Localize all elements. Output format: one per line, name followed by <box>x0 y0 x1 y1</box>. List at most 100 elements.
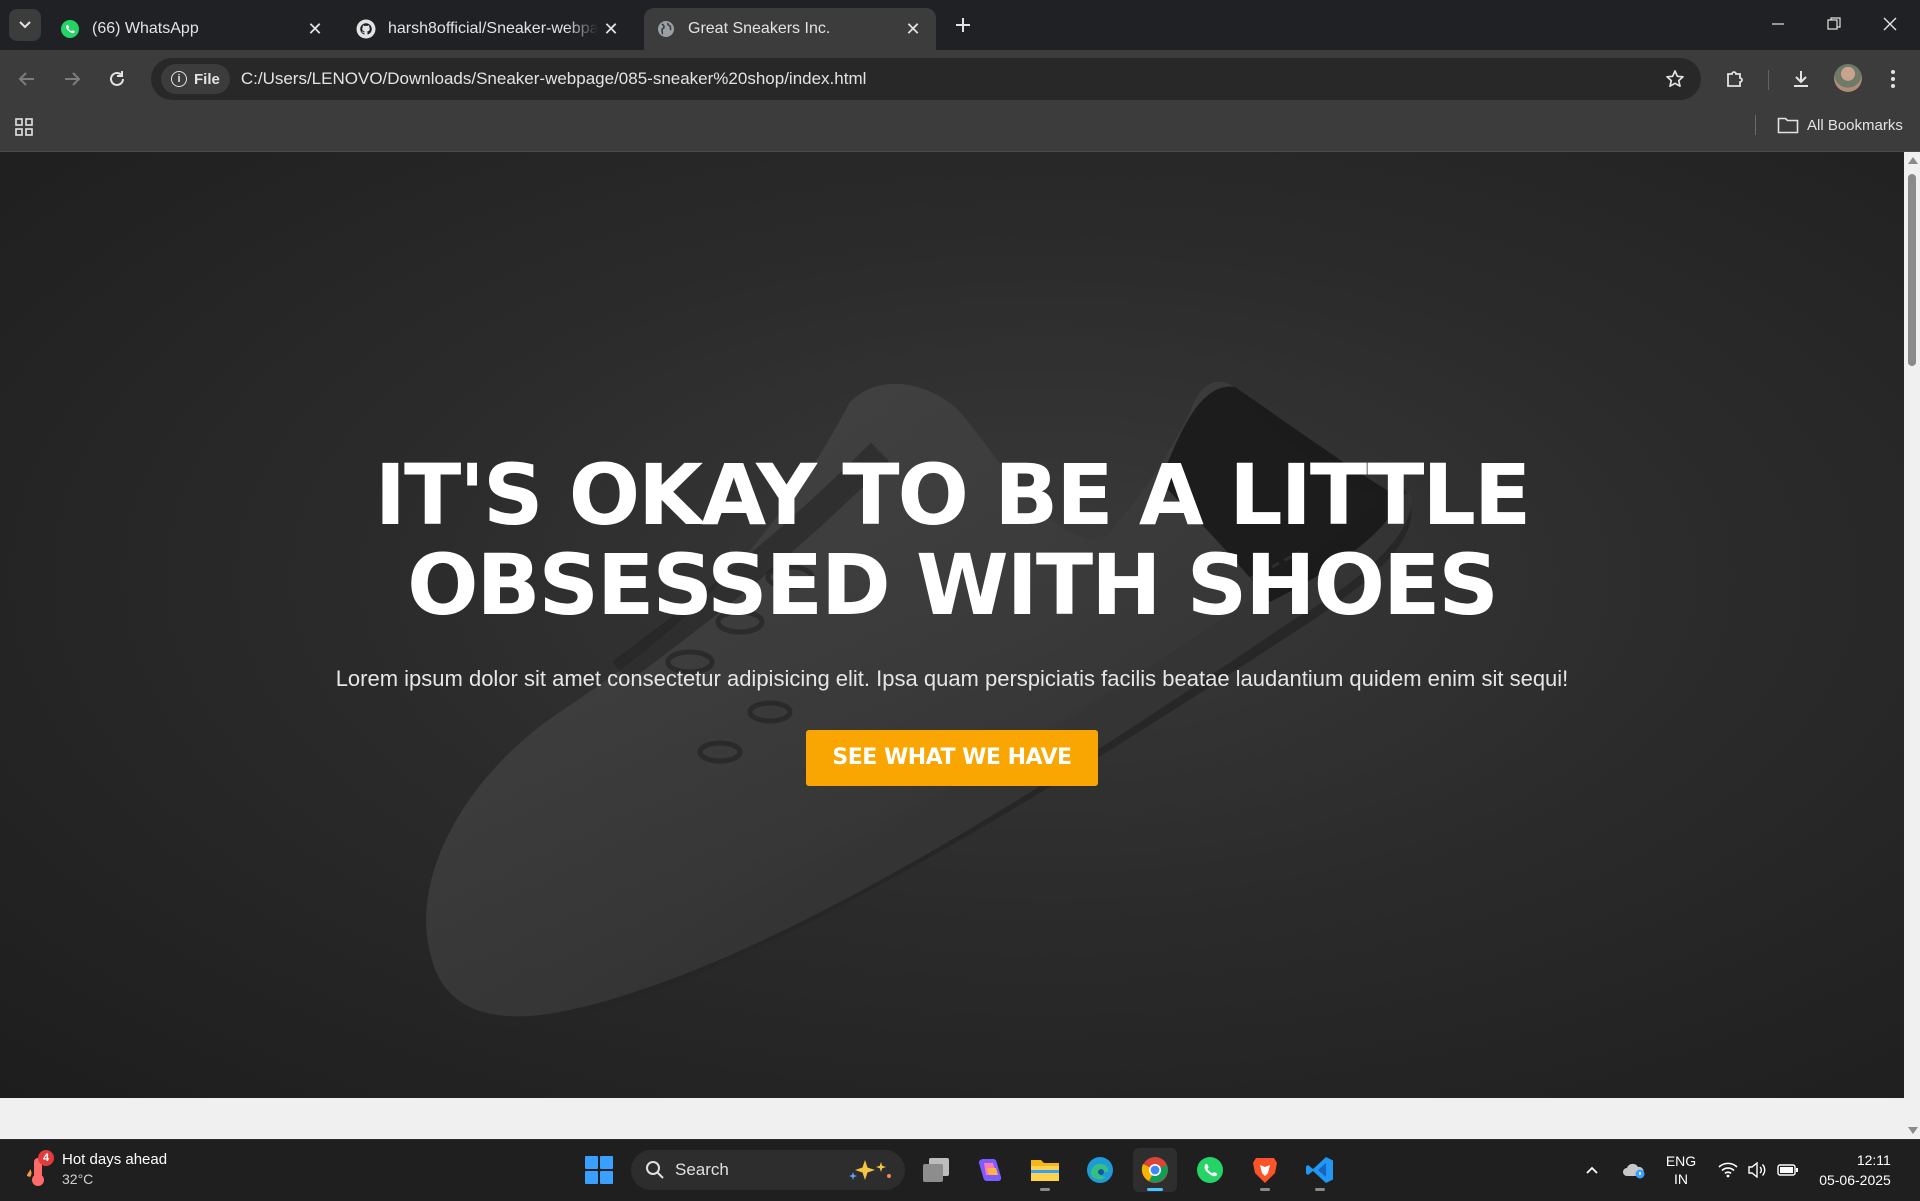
scroll-up-arrow[interactable] <box>1908 157 1918 164</box>
new-tab-button[interactable] <box>948 10 978 40</box>
hero-subtext: Lorem ipsum dolor sit amet consectetur a… <box>335 666 1569 691</box>
weather-headline: Hot days ahead <box>62 1151 168 1168</box>
downloads-button[interactable] <box>1784 62 1818 96</box>
show-hidden-icons-button[interactable] <box>1580 1140 1604 1200</box>
download-icon <box>1794 71 1808 87</box>
system-clock[interactable]: 12:11 05-06-2025 <box>1812 1140 1898 1200</box>
clock-time: 12:11 <box>1856 1152 1891 1168</box>
page-viewport: IT'S OKAY TO BE A LITTLE OBSESSED WITH S… <box>0 152 1904 1139</box>
language-indicator[interactable]: ENG IN <box>1660 1140 1702 1200</box>
wifi-icon[interactable] <box>1714 1140 1742 1200</box>
file-explorer-icon <box>1031 1160 1059 1181</box>
more-vertical-icon <box>1891 70 1895 88</box>
start-button[interactable] <box>577 1148 621 1192</box>
scroll-down-arrow[interactable] <box>1908 1127 1918 1134</box>
github-icon <box>356 19 376 39</box>
whatsapp-icon <box>60 19 80 39</box>
restore-button[interactable] <box>1806 0 1862 48</box>
task-view-button[interactable] <box>914 1148 958 1192</box>
weather-widget[interactable]: 4 Hot days ahead 32°C <box>24 1150 167 1188</box>
all-bookmarks-label: All Bookmarks <box>1807 116 1903 134</box>
windows-taskbar: 4 Hot days ahead 32°C Search ENG IN 12:1… <box>0 1139 1920 1201</box>
arrow-right-icon <box>65 72 81 86</box>
task-view-icon <box>923 1158 949 1182</box>
brave-icon <box>1253 1158 1277 1183</box>
hero-headline: IT'S OKAY TO BE A LITTLE OBSESSED WITH S… <box>374 446 1532 634</box>
chrome-button[interactable] <box>1133 1148 1177 1192</box>
restore-icon <box>1827 17 1841 30</box>
whatsapp-icon <box>1197 1157 1223 1183</box>
see-what-we-have-button[interactable]: SEE WHAT WE HAVE <box>806 730 1098 786</box>
apps-grid-icon[interactable] <box>14 117 34 142</box>
weather-temperature: 32°C <box>62 1171 94 1187</box>
reload-button[interactable] <box>100 62 134 96</box>
language-line2: IN <box>1674 1171 1688 1187</box>
close-icon[interactable]: ✕ <box>598 16 624 42</box>
all-bookmarks-button[interactable]: All Bookmarks <box>1777 114 1903 136</box>
minimize-button[interactable] <box>1750 0 1806 48</box>
close-window-button[interactable] <box>1862 0 1918 48</box>
site-info-chip[interactable]: i File <box>161 64 230 94</box>
tab-github[interactable]: harsh8official/Sneaker-webpage ✕ <box>344 8 640 50</box>
edge-button[interactable] <box>1078 1148 1122 1192</box>
edge-icon <box>1087 1157 1113 1183</box>
info-icon: i <box>171 71 187 87</box>
url-text[interactable]: C:/Users/LENOVO/Downloads/Sneaker-webpag… <box>241 69 867 89</box>
tab-great-sneakers[interactable]: Great Sneakers Inc. ✕ <box>644 8 936 50</box>
running-indicator <box>1260 1188 1270 1191</box>
tab-strip: (66) WhatsApp ✕ harsh8official/Sneaker-w… <box>0 0 1920 50</box>
copilot-icon <box>978 1159 1002 1181</box>
minimize-icon <box>1772 23 1784 25</box>
address-bar[interactable]: i File C:/Users/LENOVO/Downloads/Sneaker… <box>151 58 1701 100</box>
close-icon[interactable]: ✕ <box>302 16 328 42</box>
hero-content: IT'S OKAY TO BE A LITTLE OBSESSED WITH S… <box>0 450 1904 786</box>
search-placeholder: Search <box>675 1160 729 1179</box>
whatsapp-button[interactable] <box>1188 1148 1232 1192</box>
globe-icon <box>656 19 676 39</box>
forward-button[interactable] <box>55 62 89 96</box>
folder-icon <box>1777 117 1799 134</box>
chrome-icon <box>1141 1157 1168 1183</box>
profile-avatar[interactable] <box>1834 64 1862 92</box>
hero-section: IT'S OKAY TO BE A LITTLE OBSESSED WITH S… <box>0 152 1904 1098</box>
puzzle-icon <box>1727 71 1743 87</box>
running-indicator <box>1040 1188 1050 1191</box>
thermometer-icon: 4 <box>24 1150 54 1188</box>
sparkle-icon <box>849 1160 891 1180</box>
arrow-left-icon <box>18 72 34 86</box>
back-button[interactable] <box>10 62 44 96</box>
running-indicator <box>1315 1188 1325 1191</box>
volume-icon[interactable] <box>1744 1140 1770 1200</box>
onedrive-tray-icon[interactable] <box>1620 1140 1648 1200</box>
copilot-button[interactable] <box>968 1148 1012 1192</box>
battery-icon[interactable] <box>1774 1140 1802 1200</box>
close-icon <box>1883 17 1897 31</box>
weather-badge: 4 <box>38 1150 54 1166</box>
taskbar-search[interactable]: Search <box>631 1150 905 1190</box>
file-explorer-button[interactable] <box>1023 1148 1067 1192</box>
browser-menu-button[interactable] <box>1876 62 1910 96</box>
brave-button[interactable] <box>1243 1148 1287 1192</box>
start-icon <box>585 1156 613 1184</box>
page-scrollbar[interactable] <box>1904 152 1920 1139</box>
close-icon[interactable]: ✕ <box>900 16 926 42</box>
plus-icon <box>956 18 970 32</box>
scroll-thumb[interactable] <box>1908 174 1916 366</box>
tab-title: Great Sneakers Inc. <box>688 20 831 37</box>
clock-date: 05-06-2025 <box>1819 1172 1891 1188</box>
tab-title: (66) WhatsApp <box>92 20 199 37</box>
tab-whatsapp[interactable]: (66) WhatsApp ✕ <box>48 8 338 50</box>
bookmark-star-button[interactable] <box>1663 67 1687 91</box>
bookmarks-bar <box>0 108 1920 152</box>
search-icon <box>646 1161 664 1179</box>
scheme-label: File <box>194 70 220 88</box>
browser-toolbar: i File C:/Users/LENOVO/Downloads/Sneaker… <box>0 50 1920 108</box>
language-line1: ENG <box>1665 1153 1697 1169</box>
tab-search-button[interactable] <box>9 9 41 41</box>
extensions-button[interactable] <box>1718 62 1752 96</box>
vscode-button[interactable] <box>1298 1148 1342 1192</box>
reload-icon <box>110 71 124 86</box>
chevron-up-icon <box>1586 1166 1598 1174</box>
tab-title: harsh8official/Sneaker-webpage <box>388 20 598 37</box>
vscode-icon <box>1306 1157 1333 1183</box>
